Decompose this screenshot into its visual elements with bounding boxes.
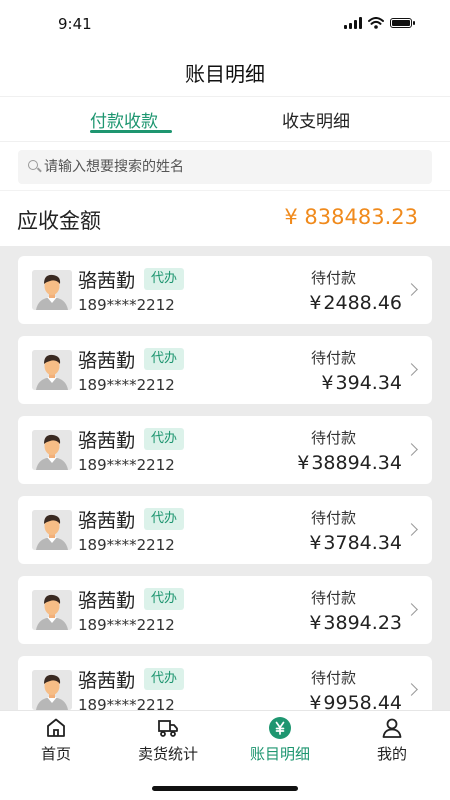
record-phone: 189****2212 <box>78 376 175 394</box>
agent-badge: 代办 <box>144 668 185 690</box>
tab-active-indicator <box>90 130 172 133</box>
record-card[interactable]: 骆茜勤 代办 189****2212 待付款 ¥394.34 <box>18 336 432 404</box>
nav-label-mine: 我的 <box>376 745 407 763</box>
receivable-label: 应收金额 <box>17 209 101 233</box>
signal-icon <box>344 17 362 29</box>
record-status: 待付款 <box>310 669 356 687</box>
tab-income-expense[interactable]: 收支明细 <box>282 107 350 132</box>
record-card[interactable]: 骆茜勤 代办 189****2212 待付款 ¥9958.44 <box>18 656 432 710</box>
receivable-summary: 应收金额 ¥ 838483.23 <box>0 190 450 244</box>
record-name: 骆茜勤 <box>78 350 136 372</box>
record-phone: 189****2212 <box>78 696 175 710</box>
chevron-right-icon <box>405 683 418 696</box>
record-card[interactable]: 骆茜勤 代办 189****2212 待付款 ¥3894.23 <box>18 576 432 644</box>
record-status: 待付款 <box>310 509 356 527</box>
page-title: 账目明细 <box>185 62 265 86</box>
record-phone: 189****2212 <box>78 456 175 474</box>
record-name: 骆茜勤 <box>78 670 136 692</box>
avatar <box>32 270 72 310</box>
nav-label-account-details: 账目明细 <box>249 745 310 763</box>
record-amount: ¥9958.44 <box>309 692 402 710</box>
record-phone: 189****2212 <box>78 616 175 634</box>
record-card[interactable]: 骆茜勤 代办 189****2212 待付款 ¥3784.34 <box>18 496 432 564</box>
record-name: 骆茜勤 <box>78 510 136 532</box>
status-bar: 9:41 <box>0 0 450 48</box>
status-icons <box>344 17 415 29</box>
chevron-right-icon <box>405 523 418 536</box>
wifi-icon <box>368 17 384 29</box>
agent-badge: 代办 <box>144 428 185 450</box>
status-time: 9:41 <box>58 15 92 33</box>
avatar <box>32 670 72 710</box>
agent-badge: 代办 <box>144 508 185 530</box>
chevron-right-icon <box>405 283 418 296</box>
record-status: 待付款 <box>310 589 356 607</box>
chevron-right-icon <box>405 443 418 456</box>
record-name: 骆茜勤 <box>78 430 136 452</box>
record-amount: ¥3894.23 <box>309 612 402 634</box>
record-phone: 189****2212 <box>78 296 175 314</box>
record-amount: ¥2488.46 <box>309 292 402 314</box>
avatar <box>32 590 72 630</box>
record-amount: ¥38894.34 <box>297 452 402 474</box>
record-status: 待付款 <box>310 349 356 367</box>
record-name: 骆茜勤 <box>78 590 136 612</box>
record-card[interactable]: 骆茜勤 代办 189****2212 待付款 ¥2488.46 <box>18 256 432 324</box>
nav-item-sales-stats[interactable]: 卖货统计 <box>112 711 224 771</box>
record-status: 待付款 <box>310 429 356 447</box>
search-icon <box>28 160 38 170</box>
chevron-right-icon <box>405 603 418 616</box>
avatar <box>32 430 72 470</box>
avatar <box>32 350 72 390</box>
record-name: 骆茜勤 <box>78 270 136 292</box>
nav-label-home: 首页 <box>40 745 71 763</box>
nav-label-sales-stats: 卖货统计 <box>137 745 198 763</box>
nav-item-mine[interactable]: 我的 <box>336 711 448 771</box>
agent-badge: 代办 <box>144 588 185 610</box>
chevron-right-icon <box>405 363 418 376</box>
avatar <box>32 510 72 550</box>
agent-badge: 代办 <box>144 268 185 290</box>
truck-icon <box>158 720 178 737</box>
search-input[interactable] <box>44 150 424 184</box>
record-amount: ¥394.34 <box>321 372 402 394</box>
nav-item-home[interactable]: 首页 <box>0 711 112 771</box>
battery-icon <box>390 18 415 28</box>
record-card[interactable]: 骆茜勤 代办 189****2212 待付款 ¥38894.34 <box>18 416 432 484</box>
record-phone: 189****2212 <box>78 536 175 554</box>
record-amount: ¥3784.34 <box>309 532 402 554</box>
record-list: 骆茜勤 代办 189****2212 待付款 ¥2488.46 骆茜勤 代办 1… <box>0 246 450 710</box>
search-bar <box>18 150 432 184</box>
user-icon <box>382 718 402 738</box>
home-indicator <box>152 786 298 791</box>
home-icon <box>47 718 65 737</box>
agent-badge: 代办 <box>144 348 185 370</box>
nav-item-account-details[interactable]: 账目明细 <box>224 711 336 771</box>
tab-payments[interactable]: 付款收款 <box>90 107 158 132</box>
tab-bar: 付款收款 收支明细 <box>0 96 450 142</box>
receivable-amount: ¥ 838483.23 <box>284 205 418 229</box>
yen-icon <box>269 717 291 739</box>
record-status: 待付款 <box>310 269 356 287</box>
